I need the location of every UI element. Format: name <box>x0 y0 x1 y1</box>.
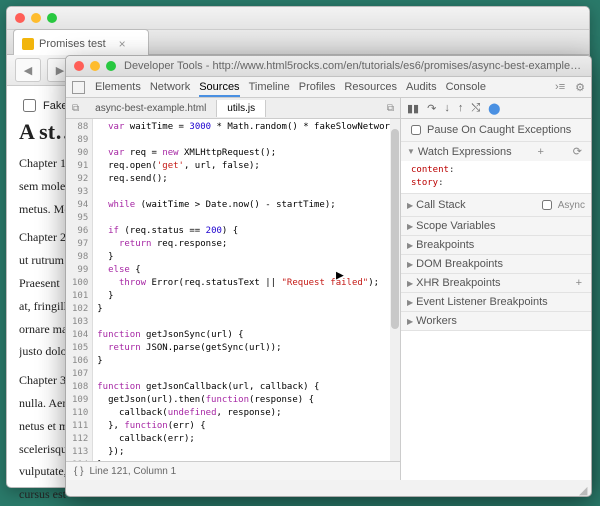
pause-exceptions-icon[interactable]: ⬤ <box>488 102 500 115</box>
refresh-watch-icon[interactable]: ⟳ <box>570 145 585 158</box>
editor-statusbar: { } Line 121, Column 1 <box>66 461 400 480</box>
panel-tab-network[interactable]: Network <box>150 79 190 95</box>
drawer-toggle-icon[interactable]: ›≡ <box>555 81 565 93</box>
step-out-icon[interactable]: ↑ <box>458 102 464 114</box>
dom-breakpoints-header[interactable]: ▶DOM Breakpoints <box>401 255 591 273</box>
workers-header[interactable]: ▶Workers <box>401 312 591 330</box>
panel-tab-timeline[interactable]: Timeline <box>249 79 290 95</box>
step-over-icon[interactable]: ↷ <box>427 102 436 115</box>
scope-variables-header[interactable]: ▶Scope Variables <box>401 217 591 235</box>
watch-expressions-body: content: story: <box>401 161 591 193</box>
watch-expression[interactable]: content: <box>411 164 581 177</box>
panel-tab-sources[interactable]: Sources <box>199 79 239 97</box>
devtools-window: Developer Tools - http://www.html5rocks.… <box>65 55 592 497</box>
favicon <box>22 38 34 50</box>
cursor-position: Line 121, Column 1 <box>89 466 176 477</box>
pretty-print-icon[interactable]: { } <box>74 466 83 477</box>
deactivate-breakpoints-icon[interactable]: ⤭ <box>471 102 480 115</box>
pause-icon[interactable]: ▮▮ <box>407 102 419 115</box>
tab-title: Promises test <box>39 38 106 50</box>
watch-expression[interactable]: story: <box>411 177 581 190</box>
settings-icon[interactable]: ⚙ <box>575 81 585 94</box>
navigator-icon[interactable]: ⧉ <box>66 103 85 114</box>
add-watch-icon[interactable]: + <box>535 146 547 158</box>
back-button[interactable]: ◀ <box>15 58 41 82</box>
pause-on-caught-row[interactable]: Pause On Caught Exceptions <box>401 119 591 141</box>
file-tab[interactable]: utils.js <box>217 100 266 117</box>
add-xhr-bp-icon[interactable]: + <box>573 277 585 289</box>
panel-tab-console[interactable]: Console <box>446 79 486 95</box>
devtools-panel-tabs: Elements Network Sources Timeline Profiles Re… <box>66 77 591 98</box>
debugger-sidebar: ▮▮ ↷ ↓ ↑ ⤭ ⬤ Pause On Caught Exceptions … <box>401 98 591 480</box>
panel-tab-resources[interactable]: Resources <box>344 79 397 95</box>
line-gutter: 8889909192939495969798991001011021031041… <box>66 119 93 461</box>
debugger-toolbar: ▮▮ ↷ ↓ ↑ ⤭ ⬤ <box>401 98 591 119</box>
close-dot[interactable] <box>15 13 25 23</box>
code-editor[interactable]: 8889909192939495969798991001011021031041… <box>66 119 400 461</box>
sources-panel: ⧉ async-best-example.htmlutils.js ⧉ 8889… <box>66 98 401 480</box>
minimize-dot[interactable] <box>31 13 41 23</box>
dock-icon[interactable] <box>72 81 85 94</box>
panel-tab-elements[interactable]: Elements <box>95 79 141 95</box>
browser-titlebar <box>7 7 589 30</box>
devtools-titlebar[interactable]: Developer Tools - http://www.html5rocks.… <box>66 56 591 77</box>
step-into-icon[interactable]: ↓ <box>444 102 450 114</box>
file-tabs: ⧉ async-best-example.htmlutils.js ⧉ <box>66 98 400 119</box>
call-stack-header[interactable]: ▶Call StackAsync <box>401 194 591 216</box>
zoom-dot[interactable] <box>47 13 57 23</box>
browser-tab[interactable]: Promises test × <box>13 29 149 55</box>
file-tab[interactable]: async-best-example.html <box>85 100 217 117</box>
watch-expressions-header[interactable]: ▼Watch Expressions+⟳ <box>401 142 591 161</box>
minimize-dot[interactable] <box>90 61 100 71</box>
xhr-breakpoints-header[interactable]: ▶XHR Breakpoints+ <box>401 274 591 292</box>
more-tabs-icon[interactable]: ⧉ <box>381 103 400 114</box>
devtools-title: Developer Tools - http://www.html5rocks.… <box>124 60 583 72</box>
vertical-scrollbar[interactable] <box>390 119 400 461</box>
zoom-dot[interactable] <box>106 61 116 71</box>
panel-tab-profiles[interactable]: Profiles <box>299 79 336 95</box>
event-listener-bp-header[interactable]: ▶Event Listener Breakpoints <box>401 293 591 311</box>
resize-handle-icon[interactable]: ◢ <box>579 484 589 494</box>
close-dot[interactable] <box>74 61 84 71</box>
close-tab-icon[interactable]: × <box>119 37 126 51</box>
browser-tabstrip: Promises test × <box>7 30 589 55</box>
panel-tab-audits[interactable]: Audits <box>406 79 437 95</box>
breakpoints-header[interactable]: ▶Breakpoints <box>401 236 591 254</box>
code-text[interactable]: var waitTime = 3000 * Math.random() * fa… <box>93 119 399 461</box>
